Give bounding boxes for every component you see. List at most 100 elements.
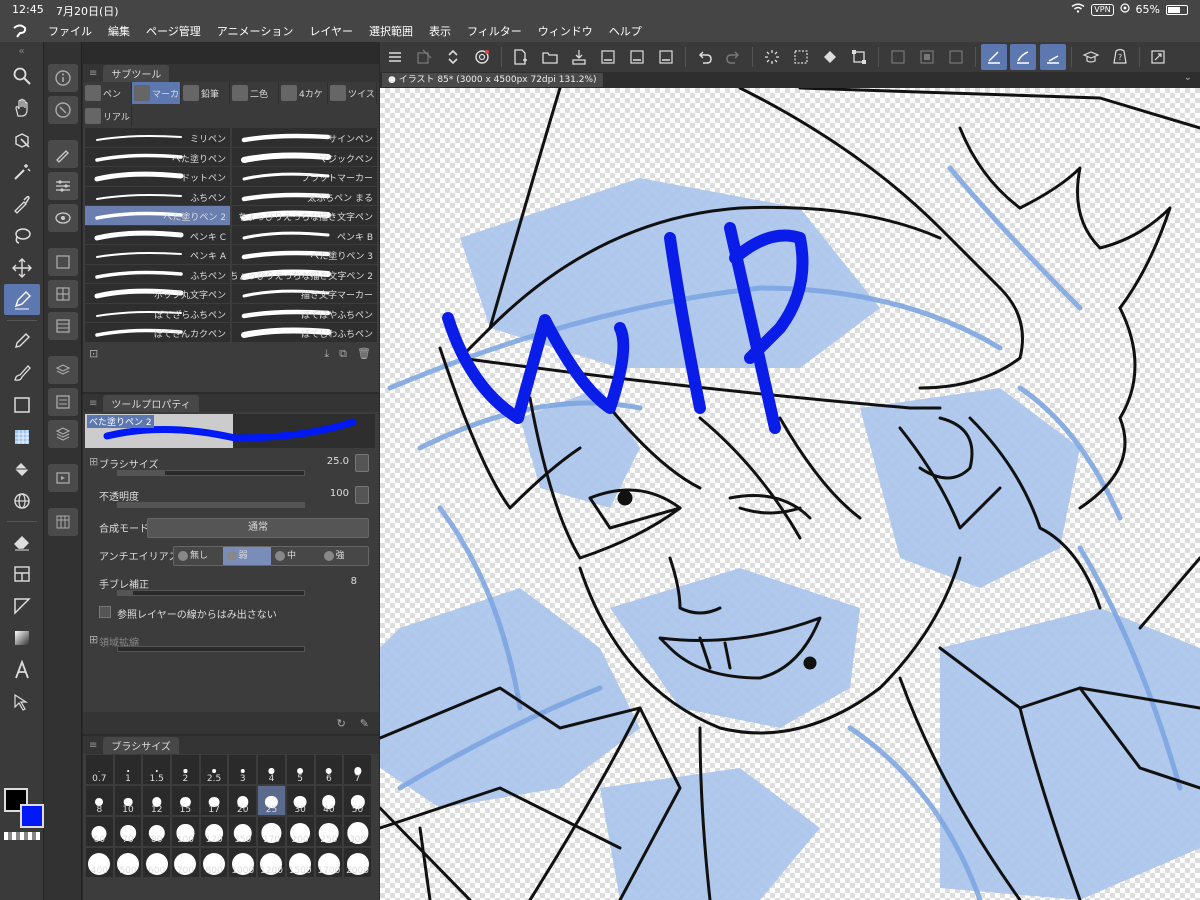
- subtool-brush-item[interactable]: ちょっぴりえっちな描き文字ペン 2: [232, 264, 377, 284]
- subtool-brush-item[interactable]: ちょっぴりえっちな描き文字ペン: [232, 206, 377, 226]
- antialias-option-2[interactable]: 中: [271, 547, 320, 565]
- fullscreen-icon[interactable]: [1145, 44, 1171, 70]
- deselect-icon[interactable]: [885, 44, 911, 70]
- brush-size-option[interactable]: 70: [113, 816, 143, 847]
- subtool-brush-item[interactable]: ぼてぼやふちペン: [232, 303, 377, 323]
- redo-icon[interactable]: [721, 44, 747, 70]
- brush-size-option[interactable]: 10: [113, 785, 143, 816]
- brush-size-option[interactable]: 4: [257, 754, 286, 785]
- brush-size-option[interactable]: 6: [314, 754, 344, 785]
- pencil-tool[interactable]: [4, 325, 40, 356]
- object-tool[interactable]: [4, 124, 40, 155]
- brush-size-option[interactable]: 300: [343, 816, 372, 847]
- gradient-tool[interactable]: [4, 421, 40, 452]
- pressure-toggle-icon[interactable]: [355, 454, 369, 472]
- updown-icon[interactable]: [440, 44, 466, 70]
- hand-tool[interactable]: [4, 92, 40, 123]
- timeline-icon[interactable]: [47, 508, 78, 536]
- menu-help[interactable]: ヘルプ: [601, 23, 650, 39]
- open-folder-icon[interactable]: [537, 44, 563, 70]
- approx-color-icon[interactable]: [47, 312, 78, 340]
- snap-ruler-icon[interactable]: [981, 44, 1008, 70]
- info-icon[interactable]: [47, 64, 78, 92]
- subtool-tab-3[interactable]: 二色: [230, 82, 279, 104]
- frame-tool[interactable]: [4, 558, 40, 589]
- brush-tool[interactable]: [4, 357, 40, 388]
- zoom-tool[interactable]: [4, 60, 40, 91]
- subtool-brush-item[interactable]: ペンキ A: [85, 245, 230, 265]
- subtool-brush-item[interactable]: ふちペン: [85, 264, 230, 284]
- brush-size-option[interactable]: 200: [285, 816, 315, 847]
- menu-file[interactable]: ファイル: [40, 23, 100, 39]
- fill-tool[interactable]: [4, 453, 40, 484]
- brush-size-option[interactable]: 100: [171, 816, 200, 847]
- move-tool[interactable]: [4, 252, 40, 283]
- subtool-brush-item[interactable]: マジックペン: [232, 147, 377, 167]
- brush-size-option[interactable]: 17: [199, 785, 229, 816]
- antialias-option-0[interactable]: 無し: [174, 547, 223, 565]
- new-file-icon[interactable]: [507, 44, 533, 70]
- panel-menu-icon[interactable]: ≡: [89, 68, 97, 79]
- collapse-left-icon[interactable]: «: [0, 42, 43, 60]
- animation-icon[interactable]: [47, 464, 78, 492]
- opacity-slider[interactable]: [117, 502, 305, 508]
- brush-size-option[interactable]: 500: [113, 847, 143, 878]
- subtool-brush-item[interactable]: サインペン: [232, 128, 377, 148]
- brush-size-option[interactable]: 2: [171, 754, 200, 785]
- subtool-brush-item[interactable]: べた塗りペン: [85, 147, 230, 167]
- brush-size-option[interactable]: 1200: [257, 847, 286, 878]
- subtool-tab-0[interactable]: ペン: [83, 82, 132, 104]
- color-set-icon[interactable]: [47, 280, 78, 308]
- brush-size-icon[interactable]: [47, 204, 78, 232]
- color-swatches[interactable]: [4, 788, 44, 828]
- export-png-icon[interactable]: [595, 44, 621, 70]
- brush-size-option[interactable]: 2.5: [199, 754, 229, 785]
- export-psd-icon[interactable]: [653, 44, 679, 70]
- brush-size-option[interactable]: 170: [257, 816, 286, 847]
- brush-size-option[interactable]: 1500: [285, 847, 315, 878]
- invert-selection-icon[interactable]: [914, 44, 940, 70]
- subtool-brush-item[interactable]: ふちペン: [85, 186, 230, 206]
- brush-size-option[interactable]: 250: [314, 816, 344, 847]
- canvas-tab[interactable]: ● イラスト 85* (3000 x 4500px 72dpi 131.2%): [382, 73, 603, 87]
- brush-size-option[interactable]: 0.7: [85, 754, 114, 785]
- menu-page[interactable]: ページ管理: [138, 23, 209, 39]
- layer-search-icon[interactable]: [47, 388, 78, 416]
- subtool-brush-item[interactable]: 描き文字マーカー: [232, 284, 377, 304]
- hamburger-menu-icon[interactable]: [382, 44, 408, 70]
- brush-size-option[interactable]: 8: [85, 785, 114, 816]
- subtool-settings-icon[interactable]: ⊡: [89, 347, 98, 360]
- gradation-tool[interactable]: [4, 622, 40, 653]
- save-icon[interactable]: [566, 44, 592, 70]
- learning-icon[interactable]: [1078, 44, 1104, 70]
- stabilization-value[interactable]: 8: [351, 576, 357, 587]
- subtool-panel-title[interactable]: サブツール: [103, 64, 170, 82]
- undo-icon[interactable]: [691, 44, 717, 70]
- tool-property-icon[interactable]: [47, 172, 78, 200]
- loading-icon[interactable]: [759, 44, 785, 70]
- drawing-canvas[interactable]: [380, 88, 1200, 900]
- selection-mode-icon[interactable]: [943, 44, 969, 70]
- brush-size-option[interactable]: 12: [142, 785, 172, 816]
- brush-size-value[interactable]: 25.0: [327, 456, 349, 467]
- subtool-tab-4[interactable]: 4カケ: [279, 82, 328, 104]
- brush-size-option[interactable]: 40: [314, 785, 344, 816]
- brush-size-option[interactable]: 400: [85, 847, 114, 878]
- layer-icon[interactable]: [47, 420, 78, 448]
- eyedropper-tool[interactable]: [4, 188, 40, 219]
- subtool-brush-item[interactable]: ペンキ C: [85, 225, 230, 245]
- menu-animation[interactable]: アニメーション: [209, 23, 302, 39]
- brush-size-option[interactable]: 800: [199, 847, 229, 878]
- text-tool[interactable]: [4, 654, 40, 685]
- figure-tool[interactable]: [4, 485, 40, 516]
- subtool-brush-item[interactable]: べた塗りペン 2: [85, 206, 230, 226]
- rectangle-tool[interactable]: [4, 389, 40, 420]
- tool-property-title[interactable]: ツールプロパティ: [103, 394, 199, 412]
- brush-size-option[interactable]: 600: [142, 847, 172, 878]
- antialias-option-1[interactable]: 弱: [222, 547, 271, 565]
- fill-selection-icon[interactable]: [817, 44, 843, 70]
- panel-menu-icon[interactable]: ≡: [89, 740, 97, 751]
- brush-size-option[interactable]: 1: [113, 754, 143, 785]
- balloon-tool[interactable]: [4, 686, 40, 717]
- reset-icon[interactable]: ↻: [337, 717, 346, 730]
